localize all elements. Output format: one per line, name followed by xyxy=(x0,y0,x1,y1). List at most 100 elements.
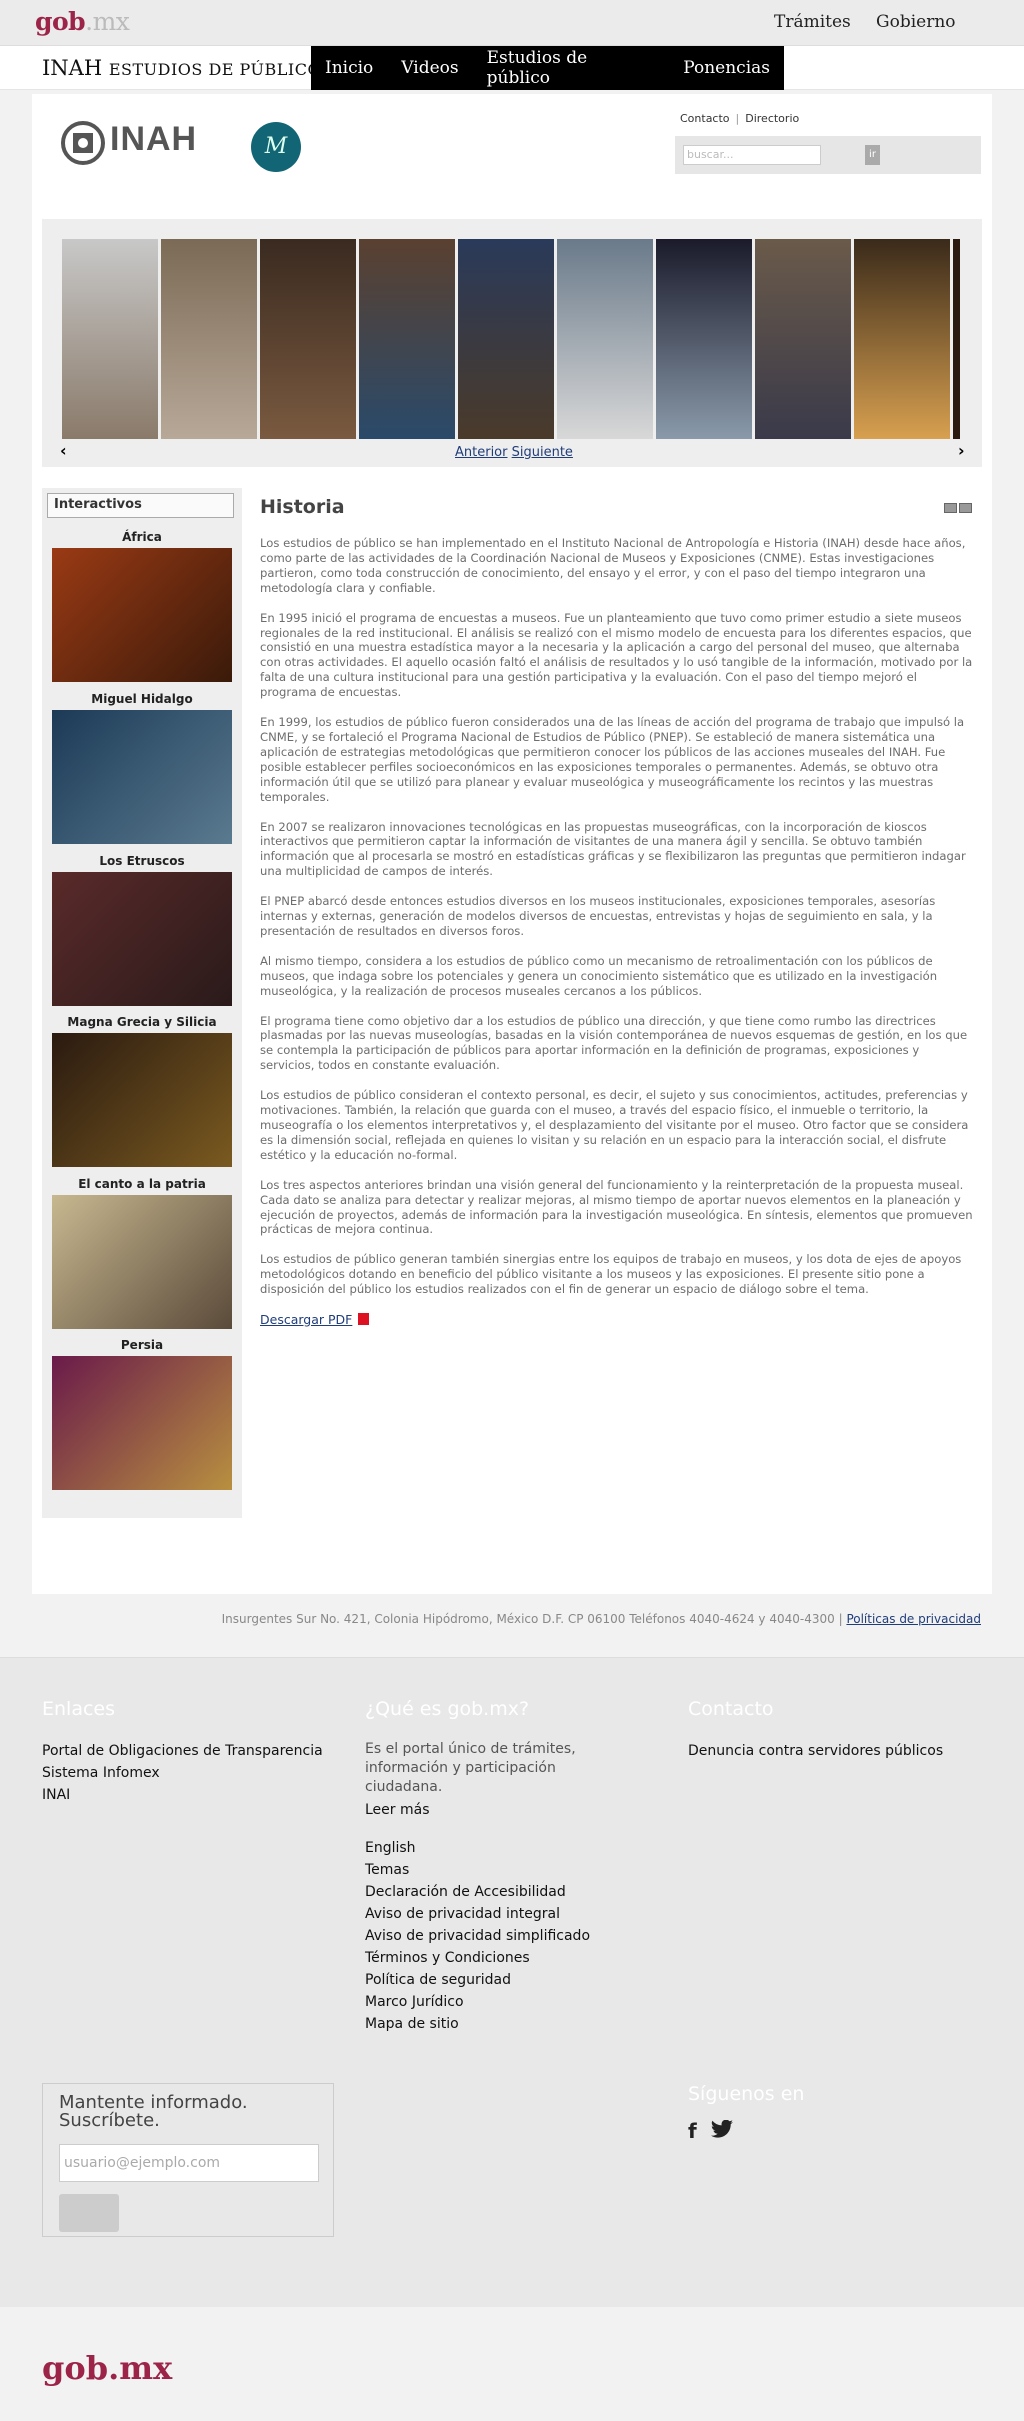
footer-link[interactable]: Sistema Infomex xyxy=(42,1762,323,1784)
newsletter-email-input[interactable]: usuario@ejemplo.com xyxy=(59,2144,319,2182)
sidebar-item-title: Los Etruscos xyxy=(99,854,185,868)
inah-glyph-icon xyxy=(61,121,105,165)
cover-image[interactable] xyxy=(52,548,232,682)
carousel-image[interactable] xyxy=(458,239,554,439)
nav-tramites[interactable]: Trámites xyxy=(774,12,851,32)
sidebar: Interactivos África Miguel Hidalgo Los E… xyxy=(42,488,242,1518)
carousel-next-link[interactable]: Siguiente xyxy=(512,445,573,460)
link-contacto[interactable]: Contacto xyxy=(680,112,730,125)
read-more-link[interactable]: Leer más xyxy=(365,1799,625,1821)
download-pdf[interactable]: Descargar PDF xyxy=(260,1312,370,1327)
carousel-image[interactable] xyxy=(755,239,851,439)
carousel-thumbs xyxy=(62,239,960,439)
gob-topbar: gob.mx Trámites Gobierno xyxy=(0,0,1024,46)
footer-link[interactable]: Marco Jurídico xyxy=(365,1991,625,2013)
nav-estudios[interactable]: Estudios de público xyxy=(473,48,662,88)
carousel-image[interactable] xyxy=(953,239,960,439)
paragraph: En 1999, los estudios de público fueron … xyxy=(260,715,965,804)
carousel-image[interactable] xyxy=(557,239,653,439)
header-block: INAH M Contacto | Directorio buscar... ir xyxy=(32,94,992,214)
sidebar-item-magna-grecia[interactable]: Magna Grecia y Silicia xyxy=(52,1015,232,1167)
footer-heading: ¿Qué es gob.mx? xyxy=(365,1698,530,1720)
sidebar-item-persia[interactable]: Persia xyxy=(52,1338,232,1490)
carousel-image[interactable] xyxy=(62,239,158,439)
footer-link[interactable]: Aviso de privacidad integral xyxy=(365,1903,625,1925)
twitter-icon[interactable] xyxy=(710,2119,734,2140)
newsletter-submit-button[interactable] xyxy=(59,2194,119,2232)
sidebar-item-title: Persia xyxy=(120,1338,164,1352)
pdf-icon xyxy=(358,1313,370,1325)
nav-ponencias[interactable]: Ponencias xyxy=(661,58,784,78)
footer-link[interactable]: Política de seguridad xyxy=(365,1969,625,1991)
article-body: Los estudios de público se han implement… xyxy=(260,536,974,1312)
carousel-next-icon[interactable]: › xyxy=(958,441,965,460)
footer-link[interactable]: Declaración de Accesibilidad xyxy=(365,1881,625,1903)
gob-mx-logo[interactable]: gob.mx xyxy=(35,7,130,36)
main-nav: Inicio Videos Estudios de público Ponenc… xyxy=(311,46,784,90)
paragraph: Los tres aspectos anteriores brindan una… xyxy=(260,1177,973,1237)
museos-logo[interactable]: M xyxy=(251,122,301,172)
newsletter-box: Mantente informado. Suscríbete. usuario@e… xyxy=(42,2083,334,2237)
header-links: Contacto | Directorio xyxy=(680,112,800,125)
inah-logo[interactable]: INAH xyxy=(110,120,197,159)
footer-link[interactable]: Portal de Obligaciones de Transparencia xyxy=(42,1740,323,1762)
paragraph: Los estudios de público generan también … xyxy=(260,1252,962,1297)
search-input[interactable]: buscar... xyxy=(683,145,821,165)
gob-mx-footer-logo[interactable]: gob.mx xyxy=(42,2349,172,2387)
footer-link[interactable]: English xyxy=(365,1837,625,1859)
paragraph: Al mismo tiempo, considera a los estudio… xyxy=(260,953,938,998)
cover-image[interactable] xyxy=(52,1356,232,1490)
carousel-prev-icon[interactable]: ‹ xyxy=(60,441,67,460)
privacy-link[interactable]: Políticas de privacidad xyxy=(846,1612,981,1626)
cover-image[interactable] xyxy=(52,1195,232,1329)
cover-image[interactable] xyxy=(52,872,232,1006)
page-title: Historia xyxy=(260,496,345,518)
email-icon[interactable] xyxy=(959,503,972,513)
site-title[interactable]: INAH ESTUDIOS DE PÚBLICO xyxy=(42,56,321,80)
newsletter-title: Mantente informado. Suscríbete. xyxy=(59,2092,248,2131)
paragraph: En 2007 se realizaron innovaciones tecno… xyxy=(260,819,966,879)
link-directorio[interactable]: Directorio xyxy=(745,112,799,125)
carousel-image[interactable] xyxy=(260,239,356,439)
sidebar-item-etruscos[interactable]: Los Etruscos xyxy=(52,854,232,1006)
sidebar-item-africa[interactable]: África xyxy=(52,530,232,682)
carousel-image[interactable] xyxy=(359,239,455,439)
carousel-prev-link[interactable]: Anterior xyxy=(455,445,507,460)
sidebar-item-title: África xyxy=(122,530,162,544)
print-icon[interactable] xyxy=(944,503,957,513)
page-container: INAH M Contacto | Directorio buscar... ir … xyxy=(32,94,992,1594)
sidebar-heading: Interactivos xyxy=(47,493,234,518)
site-bar: INAH ESTUDIOS DE PÚBLICO Inicio Videos E… xyxy=(0,46,1024,90)
carousel-image[interactable] xyxy=(854,239,950,439)
paragraph: El PNEP abarcó desde entonces estudios d… xyxy=(260,894,936,938)
cover-image[interactable] xyxy=(52,1033,232,1167)
nav-inicio[interactable]: Inicio xyxy=(311,58,387,78)
footer-link[interactable]: Términos y Condiciones xyxy=(365,1947,625,1969)
footer-link[interactable]: Temas xyxy=(365,1859,625,1881)
footer-enlaces: Enlaces Portal de Obligaciones de Transp… xyxy=(42,1698,323,1806)
footer-contacto: Contacto Denuncia contra servidores públ… xyxy=(688,1698,943,1762)
address-line: Insurgentes Sur No. 421, Colonia Hipódro… xyxy=(222,1612,981,1626)
sidebar-item-title: Magna Grecia y Silicia xyxy=(67,1015,217,1029)
footer-link[interactable]: Aviso de privacidad simplificado xyxy=(365,1925,625,1947)
paragraph: Los estudios de público se han implement… xyxy=(260,536,966,595)
carousel-image[interactable] xyxy=(656,239,752,439)
footer-link[interactable]: INAI xyxy=(42,1784,323,1806)
bottom-bar: gob.mx xyxy=(0,2307,1024,2421)
search-button[interactable]: ir xyxy=(865,145,880,165)
social-icons: f xyxy=(688,2119,804,2143)
footer-link[interactable]: Denuncia contra servidores públicos xyxy=(688,1740,943,1762)
footer-description: Es el portal único de trámites, informac… xyxy=(365,1741,576,1795)
cover-image[interactable] xyxy=(52,710,232,844)
carousel-image[interactable] xyxy=(161,239,257,439)
sidebar-item-canto-patria[interactable]: El canto a la patria xyxy=(52,1177,232,1329)
download-pdf-link[interactable]: Descargar PDF xyxy=(260,1312,352,1327)
search-panel: buscar... ir xyxy=(675,136,981,174)
footer-heading: Contacto xyxy=(688,1698,774,1720)
footer-link[interactable]: Mapa de sitio xyxy=(365,2013,625,2035)
footer-heading: Enlaces xyxy=(42,1698,116,1720)
nav-gobierno[interactable]: Gobierno xyxy=(876,12,956,32)
nav-videos[interactable]: Videos xyxy=(387,58,472,78)
facebook-icon[interactable]: f xyxy=(688,2119,697,2143)
sidebar-item-hidalgo[interactable]: Miguel Hidalgo xyxy=(52,692,232,844)
